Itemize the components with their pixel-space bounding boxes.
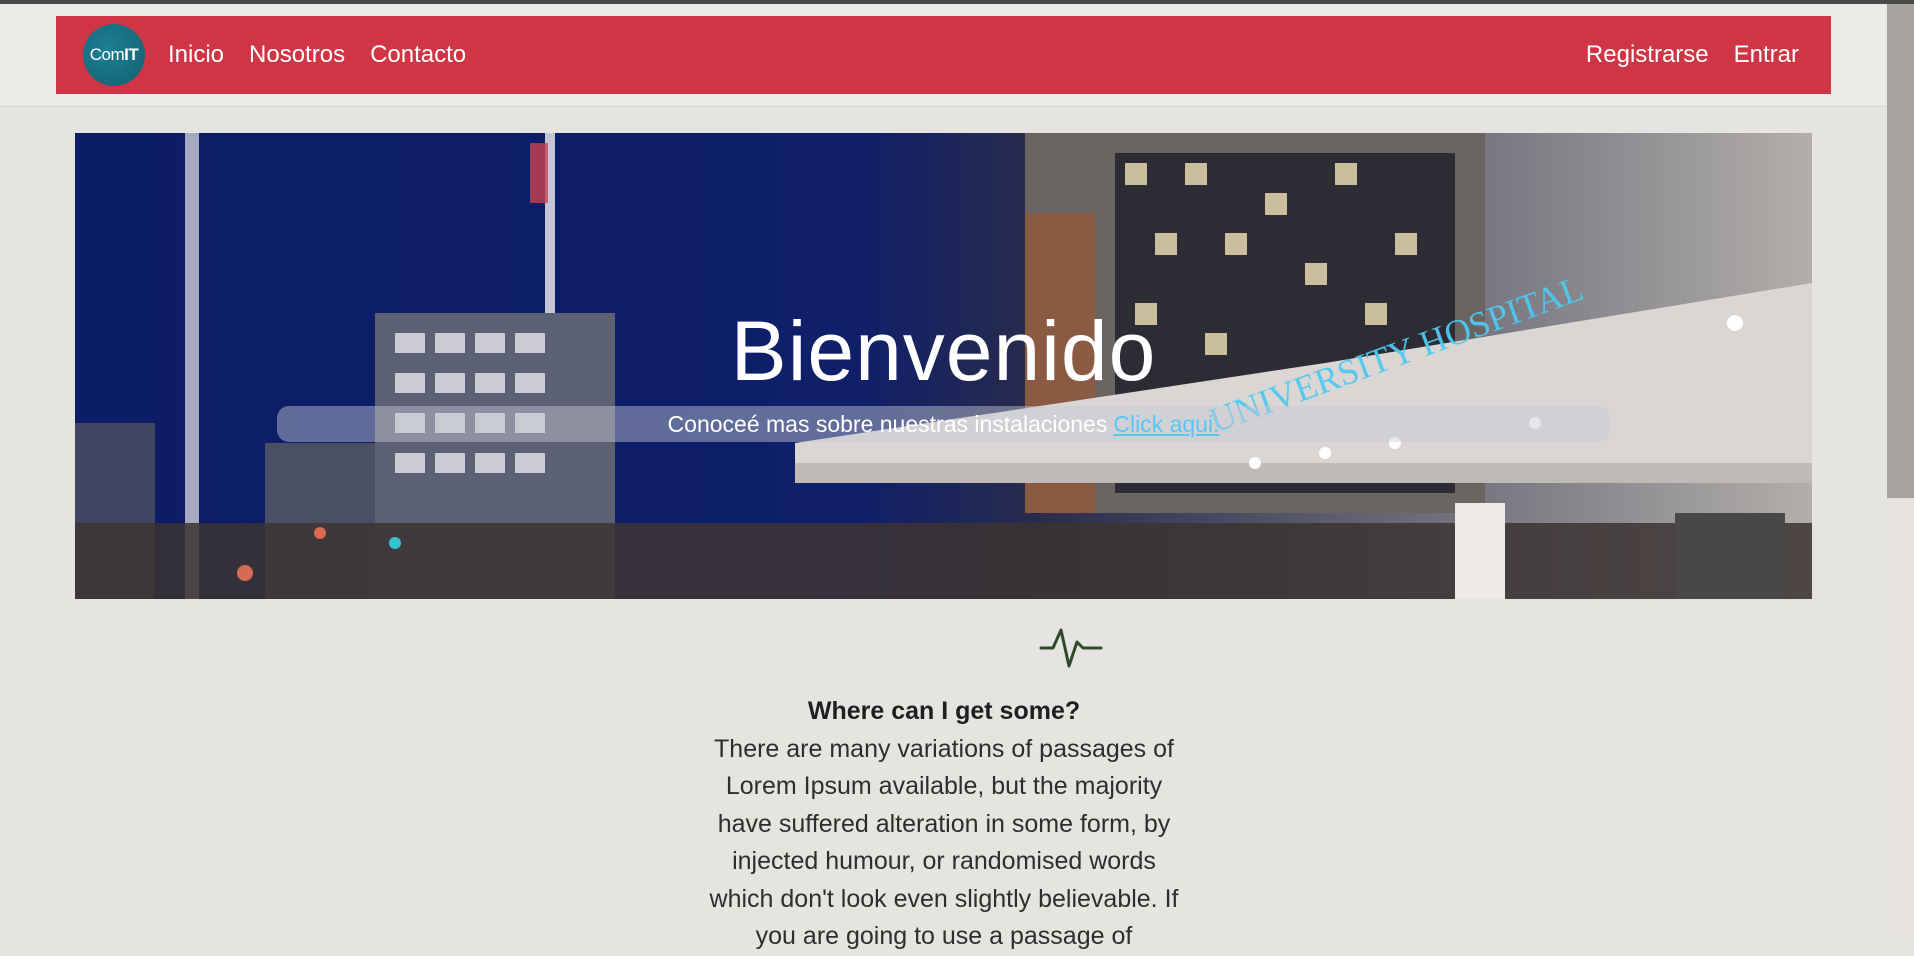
nav-link-contacto[interactable]: Contacto [370, 41, 466, 69]
hero-subtitle-bar: Conoceé mas sobre nuestras instalaciones… [277, 406, 1610, 442]
nav-link-inicio[interactable]: Inicio [168, 41, 224, 69]
navbar: ComIT Inicio Nosotros Contacto Registrar… [56, 16, 1831, 94]
nav-link-entrar[interactable]: Entrar [1734, 41, 1799, 69]
info-body: There are many variations of passages of… [709, 734, 1179, 951]
hero-subtitle: Conoceé mas sobre nuestras instalaciones [667, 410, 1108, 437]
page-scrollbar[interactable] [1887, 4, 1914, 933]
hero-title: Bienvenido [730, 304, 1157, 398]
hero-link[interactable]: Click aqui. [1113, 411, 1219, 438]
nav-right: Registrarse Entrar [1561, 41, 1799, 69]
nav-left: Inicio Nosotros Contacto [168, 41, 491, 69]
info-heading: Where can I get some? [807, 697, 1081, 725]
hero-banner: UNIVERSITY HOSPITAL Bienvenido Conoceé m… [75, 133, 1812, 599]
info-section: Where can I get some? There are many var… [700, 693, 1188, 956]
scrollbar-thumb[interactable] [1887, 4, 1914, 498]
nav-link-nosotros[interactable]: Nosotros [249, 41, 345, 69]
heartbeat-icon [1039, 628, 1103, 668]
logo-text: ComIT [89, 45, 139, 64]
comit-logo[interactable]: ComIT [83, 24, 145, 86]
nav-link-registrarse[interactable]: Registrarse [1586, 41, 1709, 69]
